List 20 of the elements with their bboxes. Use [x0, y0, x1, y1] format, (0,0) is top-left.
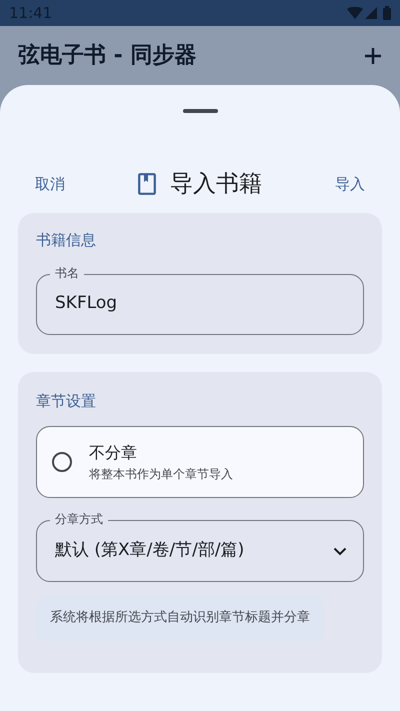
section-heading: 书籍信息 — [36, 230, 97, 251]
field-label: 分章方式 — [50, 510, 108, 528]
signal-icon — [365, 7, 377, 19]
sheet-title: 导入书籍 — [170, 170, 262, 199]
status-time: 11:41 — [9, 2, 52, 24]
wifi-icon — [347, 7, 363, 19]
option-title: 不分章 — [89, 442, 138, 464]
cancel-button[interactable]: 取消 — [35, 172, 65, 196]
radio-button[interactable] — [52, 452, 72, 472]
app-title: 弦电子书 - 同步器 — [18, 42, 196, 70]
drag-handle[interactable] — [182, 109, 218, 113]
hint-text: 系统将根据所选方式自动识别章节标题并分章 — [36, 595, 324, 640]
chevron-down-icon — [333, 546, 347, 556]
battery-icon — [383, 6, 391, 20]
book-icon — [138, 173, 156, 195]
option-description: 将整本书作为单个章节导入 — [89, 466, 233, 483]
section-heading: 章节设置 — [36, 390, 97, 412]
import-button[interactable]: 导入 — [335, 172, 365, 196]
add-icon[interactable] — [364, 46, 382, 64]
no-split-option[interactable]: 不分章 将整本书作为单个章节导入 — [36, 426, 364, 498]
